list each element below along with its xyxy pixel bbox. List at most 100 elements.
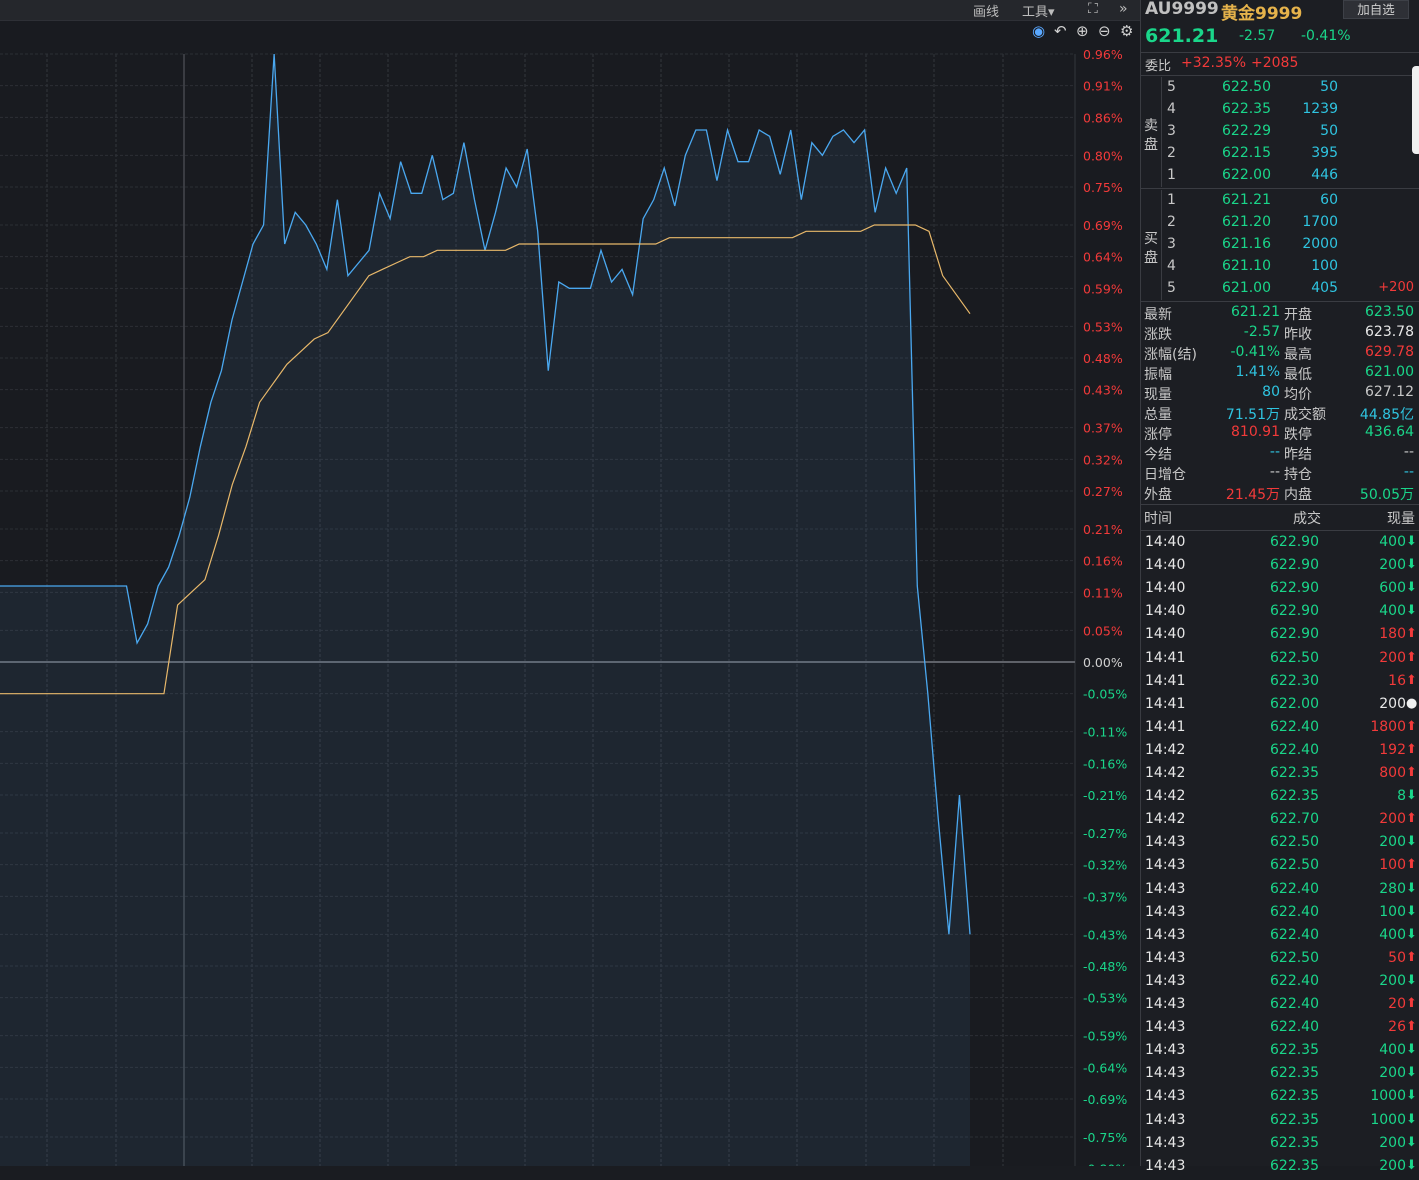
tick-price: 622.40 [1270,996,1319,1012]
tick-time: 14:43 [1145,1088,1186,1105]
down-arrow-icon: ⬇ [1406,603,1417,619]
quote-row: 日增仓 -- 持仓 -- [1141,463,1419,483]
y-tick-label: 0.21% [1083,522,1123,537]
tick-price: 622.50 [1270,857,1319,874]
tick-row: 14:43 622.50 200 ⬇ [1141,833,1419,856]
down-arrow-icon: ⬇ [1406,1065,1417,1081]
level: 5 [1167,79,1176,95]
tick-price: 622.40 [1270,880,1319,897]
tick-time: 14:43 [1145,880,1186,897]
intraday-chart-panel[interactable]: 画线 工具▾ ⛶ » ◉ ↶ ⊕ ⊖ ⚙ 0.96% 0.91% 0.86% 0.80… [0,0,1140,1166]
y-tick-label: -0.27% [1083,826,1127,841]
quote-label-2: 昨结 [1284,447,1312,463]
tick-time: 14:43 [1145,857,1186,874]
tick-price: 622.35 [1270,788,1319,805]
last-price: 621.21 [1145,25,1219,47]
quote-label-2: 昨收 [1284,327,1312,343]
volume: 100 [1311,258,1338,274]
tick-volume: 280 [1379,880,1406,897]
tick-row: 14:43 622.35 400 ⬇ [1141,1041,1419,1064]
add-watchlist-button[interactable]: 加自选 [1343,0,1409,19]
tick-row: 14:43 622.35 200 ⬇ [1141,1064,1419,1087]
price: 622.35 [1222,101,1271,117]
quote-label-2: 最低 [1284,367,1312,383]
tick-volume: 600 [1379,580,1406,597]
ask-row[interactable]: 2 622.15 395 [1141,143,1419,165]
quote-row: 外盘 21.45万 内盘 50.05万 [1141,483,1419,503]
ask-row[interactable]: 1 622.00 446 [1141,165,1419,187]
weibi-row: 委比 +32.35% +2085 [1141,54,1419,76]
tick-price: 622.35 [1270,1088,1319,1105]
tick-row: 14:43 622.40 26 ⬆ [1141,1018,1419,1041]
level: 4 [1167,101,1176,117]
tick-row: 14:41 622.00 200 ● [1141,695,1419,718]
volume: 395 [1311,145,1338,161]
up-arrow-icon: ⬆ [1406,949,1417,965]
quote-value: 621.21 [1231,304,1280,320]
quote-value-2: 629.78 [1365,344,1414,360]
y-tick-label: 0.37% [1083,421,1123,436]
tick-header-cell: 时间 [1144,511,1172,527]
tick-header-cell: 现量 [1387,511,1415,527]
down-arrow-icon: ⬇ [1406,834,1417,850]
price: 621.16 [1222,236,1271,252]
bid-row[interactable]: 5 621.00 405 +200 [1141,278,1419,300]
quote-value: 1.41% [1235,364,1280,380]
down-arrow-icon: ⬇ [1406,1042,1417,1058]
tick-row: 14:40 622.90 400 ⬇ [1141,602,1419,625]
bid-row[interactable]: 2 621.20 1700 [1141,212,1419,234]
ask-row[interactable]: 5 622.50 50 [1141,77,1419,99]
bid-row[interactable]: 4 621.10 100 [1141,256,1419,278]
level: 3 [1167,236,1176,252]
tick-volume: 200 [1379,649,1406,666]
quote-row: 振幅 1.41% 最低 621.00 [1141,363,1419,383]
quote-value: 80 [1262,384,1280,400]
volume: 50 [1320,123,1338,139]
quote-label: 现量 [1144,387,1172,403]
tick-time: 14:43 [1145,1134,1186,1151]
tick-price: 622.35 [1270,765,1319,781]
y-tick-label: -0.43% [1083,927,1127,942]
level: 4 [1167,258,1176,274]
side-scroll-tab[interactable] [1412,66,1419,154]
neutral-dot-icon: ● [1406,695,1418,711]
quote-label-2: 跌停 [1284,427,1312,443]
tick-time: 14:43 [1145,949,1186,966]
up-arrow-icon: ⬆ [1406,718,1417,734]
ask-row[interactable]: 3 622.29 50 [1141,121,1419,143]
tick-volume: 400 [1379,534,1406,550]
volume-change: +200 [1378,280,1414,295]
tick-volume: 26 [1388,1019,1406,1036]
tick-row: 14:43 622.40 400 ⬇ [1141,926,1419,949]
tick-row: 14:43 622.35 200 ⬇ [1141,1157,1419,1180]
quote-row: 涨停 810.91 跌停 436.64 [1141,423,1419,443]
tick-price: 622.90 [1270,603,1319,620]
tick-volume: 100 [1379,903,1406,920]
up-arrow-icon: ⬆ [1406,765,1417,780]
quote-row: 总量 71.51万 成交额 44.85亿 [1141,403,1419,423]
volume: 1239 [1302,101,1338,117]
tick-time: 14:43 [1145,1019,1186,1036]
quote-row: 今结 -- 昨结 -- [1141,443,1419,463]
weibi-label: 委比 [1145,59,1172,74]
y-tick-label: 0.05% [1083,623,1123,638]
down-arrow-icon: ⬇ [1406,926,1417,942]
level: 3 [1167,123,1176,139]
y-tick-label: 0.53% [1083,319,1123,334]
ask-row[interactable]: 4 622.35 1239 [1141,99,1419,121]
y-tick-label: 0.27% [1083,484,1123,499]
bid-row[interactable]: 3 621.16 2000 [1141,234,1419,256]
quote-label-2: 均价 [1284,387,1312,403]
tick-time: 14:41 [1145,695,1186,712]
y-tick-label: 0.16% [1083,554,1123,569]
tick-volume: 200 [1379,1134,1406,1151]
price-area-fill [0,54,970,1166]
bid-row[interactable]: 1 621.21 60 [1141,190,1419,212]
quote-value-2: -- [1403,464,1414,480]
down-arrow-icon: ⬇ [1406,880,1417,896]
tick-time: 14:40 [1145,557,1186,574]
volume: 1700 [1302,214,1338,230]
level: 2 [1167,145,1176,161]
quote-row: 最新 621.21 开盘 623.50 [1141,303,1419,323]
tick-row: 14:40 622.90 200 ⬇ [1141,556,1419,579]
